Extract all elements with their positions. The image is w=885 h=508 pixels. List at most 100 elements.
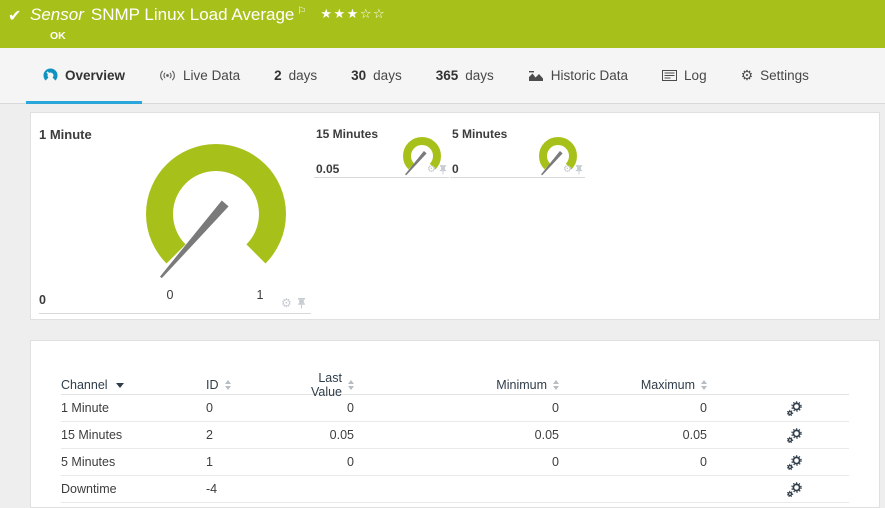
tab-30-days[interactable]: 30 days xyxy=(334,48,419,103)
column-header-last-value[interactable]: Last Value xyxy=(298,371,354,399)
gauge-1min-value: 0 xyxy=(39,293,46,307)
live-data-icon xyxy=(160,70,175,81)
sensor-title: SNMP Linux Load Average xyxy=(90,5,295,24)
gauge-1min-scale-min: 0 xyxy=(167,288,174,302)
sort-icon xyxy=(224,380,231,390)
cell-last-value: 0.05 xyxy=(329,428,354,442)
tab-30-days-number: 30 xyxy=(351,68,367,83)
gauge-5min-settings-icon[interactable]: ⚙ xyxy=(563,165,572,175)
sensor-header: ✔ Sensor SNMP Linux Load Average ⚐ ★★★☆☆ OK xyxy=(0,0,885,48)
tab-30-days-unit: days xyxy=(373,68,402,83)
cell-id: 2 xyxy=(206,428,213,442)
tab-2-days[interactable]: 2 days xyxy=(257,48,334,103)
tab-bar: Overview Live Data 2 days 30 days 365 da… xyxy=(0,48,885,104)
column-header-channel-label: Channel xyxy=(61,378,108,392)
tab-365-days-number: 365 xyxy=(435,68,459,83)
gauge-5min-controls: ⚙ xyxy=(563,165,583,175)
tab-overview[interactable]: Overview xyxy=(26,48,143,104)
gauge-5min-pin-icon[interactable] xyxy=(575,165,583,175)
cell-last-value: 0 xyxy=(347,401,354,415)
tab-2-days-unit: days xyxy=(288,68,318,83)
tab-log-label: Log xyxy=(684,68,707,83)
gauge-5min-value: 0 xyxy=(452,162,459,176)
cell-channel[interactable]: 5 Minutes xyxy=(61,455,206,469)
tab-overview-label: Overview xyxy=(65,68,126,83)
gauge-1min-scale-max: 1 xyxy=(257,288,264,302)
tab-settings-label: Settings xyxy=(760,68,809,83)
column-header-channel[interactable]: Channel xyxy=(61,378,206,392)
gauge-15min-divider xyxy=(314,177,449,178)
tab-historic-data-label: Historic Data xyxy=(550,68,629,83)
tab-historic-data[interactable]: Historic Data xyxy=(511,48,645,103)
cell-minimum: 0 xyxy=(552,401,559,415)
channel-gears-icon xyxy=(787,454,802,470)
channel-gears-icon xyxy=(787,427,802,443)
cell-channel[interactable]: 1 Minute xyxy=(61,401,206,415)
cell-maximum: 0 xyxy=(700,455,707,469)
channel-gears-icon xyxy=(787,400,802,416)
cell-channel[interactable]: Downtime xyxy=(61,482,206,496)
channel-table-panel: Channel ID Last Value Minimum Maximum 1 … xyxy=(30,340,880,508)
cell-maximum: 0 xyxy=(700,401,707,415)
channel-settings-button[interactable] xyxy=(787,454,802,470)
cell-id: -4 xyxy=(206,482,218,496)
tab-live-data-label: Live Data xyxy=(183,68,241,83)
stars-empty: ☆☆ xyxy=(359,7,387,22)
gauge-5min-divider xyxy=(450,177,585,178)
column-header-id[interactable]: ID xyxy=(206,378,298,392)
tab-live-data[interactable]: Live Data xyxy=(142,48,257,103)
column-header-maximum-label: Maximum xyxy=(640,378,695,392)
gauge-1min: 0 1 xyxy=(146,144,286,302)
column-header-maximum[interactable]: Maximum xyxy=(559,378,707,392)
gauges-panel: 1 Minute 0 1 0 ⚙ 15 Minutes 0.05 ⚙ 5 Min… xyxy=(30,112,880,320)
gauge-15min-label: 15 Minutes xyxy=(316,127,379,141)
status-check-icon: ✔ xyxy=(8,6,22,25)
tab-settings[interactable]: ⚙ Settings xyxy=(724,48,826,103)
gauge-15min-pin-icon[interactable] xyxy=(439,165,447,175)
column-header-id-label: ID xyxy=(206,378,219,392)
settings-gear-icon: ⚙ xyxy=(740,67,754,84)
historic-data-icon xyxy=(528,70,543,81)
cell-last-value: 0 xyxy=(347,455,354,469)
column-header-minimum-label: Minimum xyxy=(496,378,547,392)
cell-id: 1 xyxy=(206,455,213,469)
channel-gears-icon xyxy=(787,481,802,497)
log-icon xyxy=(662,70,678,81)
active-tab-underline xyxy=(26,101,143,104)
channel-settings-button[interactable] xyxy=(787,400,802,416)
tab-365-days-unit: days xyxy=(465,68,494,83)
sort-icon xyxy=(701,380,707,390)
gauge-icon xyxy=(43,68,58,81)
gauge-1min-controls: ⚙ xyxy=(281,297,306,309)
cell-channel[interactable]: 15 Minutes xyxy=(61,428,206,442)
cell-minimum: 0.05 xyxy=(534,428,559,442)
channel-settings-button[interactable] xyxy=(787,481,802,497)
column-header-minimum[interactable]: Minimum xyxy=(354,378,559,392)
flag-icon[interactable]: ⚐ xyxy=(297,6,306,17)
column-header-last-value-label: Last Value xyxy=(310,371,342,399)
table-row: 5 Minutes 1 0 0 0 xyxy=(61,449,849,476)
gauge-1min-pin-icon[interactable] xyxy=(297,297,306,309)
channel-settings-button[interactable] xyxy=(787,427,802,443)
sort-desc-icon xyxy=(115,382,124,388)
tab-365-days[interactable]: 365 days xyxy=(419,48,511,103)
sensor-kind-label: Sensor xyxy=(30,5,84,24)
sensor-status-badge: OK xyxy=(50,30,66,42)
gauge-15min-value: 0.05 xyxy=(316,162,340,176)
cell-id: 0 xyxy=(206,401,213,415)
sensor-title-line: Sensor SNMP Linux Load Average ⚐ ★★★☆☆ xyxy=(30,5,386,25)
channel-table-header: Channel ID Last Value Minimum Maximum xyxy=(61,371,849,399)
star-rating[interactable]: ★★★☆☆ xyxy=(320,7,386,22)
content-area: 1 Minute 0 1 0 ⚙ 15 Minutes 0.05 ⚙ 5 Min… xyxy=(0,104,885,508)
gauge-1min-divider xyxy=(39,313,311,314)
gauge-15min-settings-icon[interactable]: ⚙ xyxy=(427,165,436,175)
gauge-15min-controls: ⚙ xyxy=(427,165,447,175)
cell-maximum: 0.05 xyxy=(682,428,707,442)
cell-minimum: 0 xyxy=(552,455,559,469)
table-row: 15 Minutes 2 0.05 0.05 0.05 xyxy=(61,422,849,449)
table-row: Downtime -4 xyxy=(61,476,849,503)
table-row: 1 Minute 0 0 0 0 xyxy=(61,395,849,422)
stars-filled: ★★★ xyxy=(320,7,360,22)
tab-log[interactable]: Log xyxy=(645,48,724,103)
gauge-1min-settings-icon[interactable]: ⚙ xyxy=(281,297,292,309)
